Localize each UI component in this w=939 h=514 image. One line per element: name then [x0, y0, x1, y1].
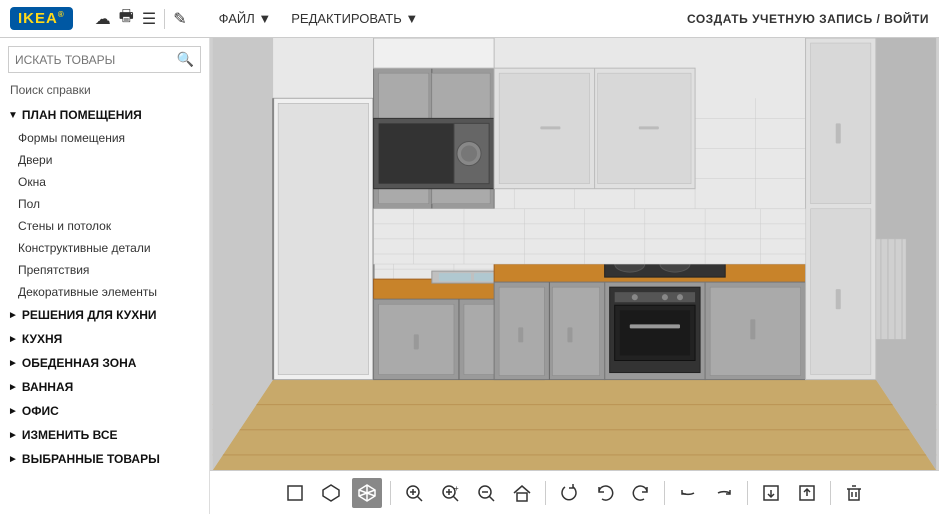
zoom-in-button[interactable]: +	[435, 478, 465, 508]
search-box[interactable]: 🔍	[8, 46, 201, 73]
sidebar-cat-kitchen[interactable]: ► КУХНЯ	[0, 327, 209, 351]
list-icon[interactable]: ☰	[142, 9, 156, 29]
sidebar-cat-plan[interactable]: ▼ ПЛАН ПОМЕЩЕНИЯ	[0, 103, 209, 127]
undo-button[interactable]	[590, 478, 620, 508]
delete-button[interactable]	[839, 478, 869, 508]
sidebar-item-structural[interactable]: Конструктивные детали	[0, 237, 209, 259]
arrow-icon-5: ►	[8, 382, 18, 393]
floor-plan-button[interactable]	[280, 478, 310, 508]
sidebar-item-decorative[interactable]: Декоративные элементы	[0, 281, 209, 303]
cloud-upload-icon[interactable]: ☁	[95, 9, 111, 29]
arrow-icon-2: ►	[8, 310, 18, 321]
sidebar-item-walls[interactable]: Стены и потолок	[0, 215, 209, 237]
sidebar-cat-label-4: ОБЕДЕННАЯ ЗОНА	[22, 356, 137, 370]
zoom-out-button[interactable]	[471, 478, 501, 508]
help-link[interactable]: Поиск справки	[0, 81, 209, 103]
rotate-cw-button[interactable]	[554, 478, 584, 508]
canvas-area[interactable]: +	[210, 38, 939, 514]
sidebar-section-kitchen: ► КУХНЯ	[0, 327, 209, 351]
ikea-logo[interactable]: IKEA	[10, 7, 73, 30]
sidebar-section-selected: ► ВЫБРАННЫЕ ТОВАРЫ	[0, 447, 209, 471]
home-button[interactable]	[507, 478, 537, 508]
sidebar-section-office: ► ОФИС	[0, 399, 209, 423]
sidebar-section-plan: ▼ ПЛАН ПОМЕЩЕНИЯ Формы помещения Двери О…	[0, 103, 209, 303]
arrow-icon: ▼	[8, 110, 18, 121]
sidebar-item-doors[interactable]: Двери	[0, 149, 209, 171]
sidebar-section-change-all: ► ИЗМЕНИТЬ ВСЕ	[0, 423, 209, 447]
menu-file[interactable]: ФАЙЛ ▼	[209, 11, 282, 26]
redo-button[interactable]	[626, 478, 656, 508]
sidebar-cat-label-6: ОФИС	[22, 404, 59, 418]
sidebar-cat-label-3: КУХНЯ	[22, 332, 62, 346]
sidebar-cat-change-all[interactable]: ► ИЗМЕНИТЬ ВСЕ	[0, 423, 209, 447]
bottom-toolbar: +	[210, 470, 939, 514]
toolbar-icons: ☁ 🖶 ☰ ✎	[95, 5, 187, 32]
sidebar-cat-office[interactable]: ► ОФИС	[0, 399, 209, 423]
sidebar-item-room-shapes[interactable]: Формы помещения	[0, 127, 209, 149]
arrow-icon-7: ►	[8, 430, 18, 441]
arrow-icon-4: ►	[8, 358, 18, 369]
sidebar-cat-selected[interactable]: ► ВЫБРАННЫЕ ТОВАРЫ	[0, 447, 209, 471]
sidebar-cat-label-2: РЕШЕНИЯ ДЛЯ КУХНИ	[22, 308, 157, 322]
arrow-icon-8: ►	[8, 454, 18, 465]
sidebar-section-dining: ► ОБЕДЕННАЯ ЗОНА	[0, 351, 209, 375]
arrow-icon-6: ►	[8, 406, 18, 417]
sidebar-cat-bathroom[interactable]: ► ВАННАЯ	[0, 375, 209, 399]
print-icon[interactable]: 🖶	[119, 5, 134, 32]
export-button[interactable]	[792, 478, 822, 508]
zoom-fit-button[interactable]	[399, 478, 429, 508]
sidebar-item-floor[interactable]: Пол	[0, 193, 209, 215]
menu-bar: ФАЙЛ ▼ РЕДАКТИРОВАТЬ ▼	[209, 11, 429, 26]
sidebar-item-windows[interactable]: Окна	[0, 171, 209, 193]
orbit-right-button[interactable]	[709, 478, 739, 508]
main-layout: 🔍 Поиск справки ▼ ПЛАН ПОМЕЩЕНИЯ Формы п…	[0, 38, 939, 514]
sidebar-cat-label-5: ВАННАЯ	[22, 380, 73, 394]
search-icon[interactable]: 🔍	[177, 51, 194, 68]
search-input[interactable]	[15, 53, 177, 67]
orbit-left-button[interactable]	[673, 478, 703, 508]
sidebar-item-obstacles[interactable]: Препятствия	[0, 259, 209, 281]
3d-view-button[interactable]	[352, 478, 382, 508]
import-button[interactable]	[756, 478, 786, 508]
sidebar-section-bathroom: ► ВАННАЯ	[0, 375, 209, 399]
perspective-button[interactable]	[316, 478, 346, 508]
topbar: IKEA ☁ 🖶 ☰ ✎ ФАЙЛ ▼ РЕДАКТИРОВАТЬ ▼ СОЗД…	[0, 0, 939, 38]
sidebar-cat-label: ПЛАН ПОМЕЩЕНИЯ	[22, 108, 142, 122]
account-link[interactable]: СОЗДАТЬ УЧЕТНУЮ ЗАПИСЬ / ВОЙТИ	[687, 12, 929, 26]
sidebar-cat-kitchen-solutions[interactable]: ► РЕШЕНИЯ ДЛЯ КУХНИ	[0, 303, 209, 327]
kitchen-scene	[210, 38, 939, 470]
arrow-icon-3: ►	[8, 334, 18, 345]
sidebar-cat-dining[interactable]: ► ОБЕДЕННАЯ ЗОНА	[0, 351, 209, 375]
menu-edit[interactable]: РЕДАКТИРОВАТЬ ▼	[281, 11, 428, 26]
svg-text:+: +	[454, 484, 459, 493]
viewport[interactable]	[210, 38, 939, 470]
sidebar-cat-label-7: ИЗМЕНИТЬ ВСЕ	[22, 428, 118, 442]
sidebar-section-kitchen-solutions: ► РЕШЕНИЯ ДЛЯ КУХНИ	[0, 303, 209, 327]
sidebar-cat-label-8: ВЫБРАННЫЕ ТОВАРЫ	[22, 452, 160, 466]
pencil-icon[interactable]: ✎	[173, 9, 186, 29]
sidebar: 🔍 Поиск справки ▼ ПЛАН ПОМЕЩЕНИЯ Формы п…	[0, 38, 210, 514]
